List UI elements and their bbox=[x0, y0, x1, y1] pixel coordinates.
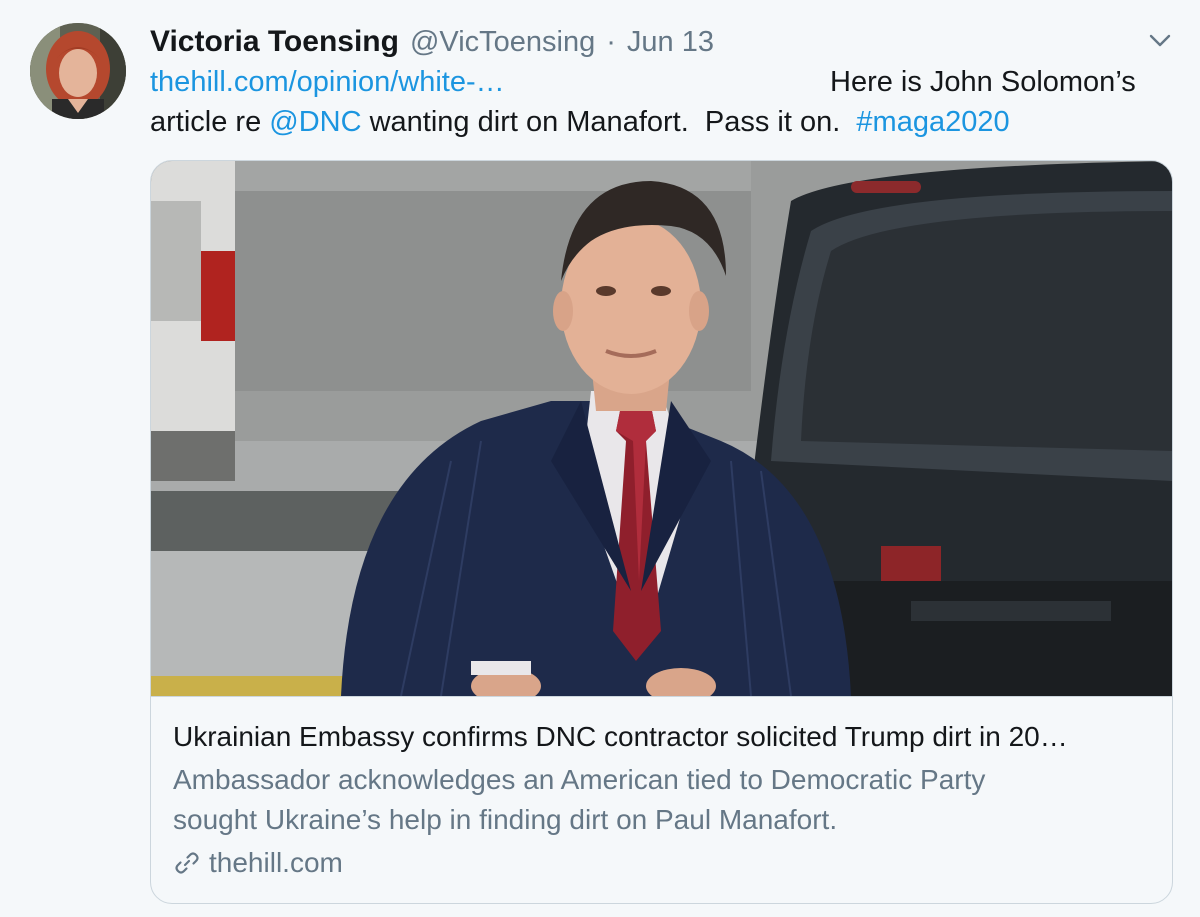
card-image[interactable] bbox=[151, 161, 1172, 696]
card-description: Ambassador acknowledges an American tied… bbox=[173, 760, 1153, 840]
card-description-line-2: sought Ukraine’s help in finding dirt on… bbox=[173, 804, 838, 835]
mention-link[interactable]: @DNC bbox=[269, 106, 361, 138]
card-description-line-1: Ambassador acknowledges an American tied… bbox=[173, 764, 986, 795]
user-handle[interactable]: @VicToensing bbox=[410, 22, 595, 62]
link-card[interactable]: Ukrainian Embassy confirms DNC contracto… bbox=[150, 160, 1173, 904]
card-divider bbox=[151, 696, 1172, 697]
card-source[interactable]: thehill.com bbox=[173, 843, 343, 883]
card-title[interactable]: Ukrainian Embassy confirms DNC contracto… bbox=[173, 718, 1153, 756]
tweet-text-line-1: thehill.com/opinion/white-… Here is John… bbox=[150, 62, 1160, 102]
tweet-text-segment: article re bbox=[150, 106, 270, 138]
article-url-link[interactable]: thehill.com/opinion/white-… bbox=[150, 66, 505, 98]
tweet-text-segment: wanting dirt on Manafort. Pass it on. bbox=[361, 106, 857, 138]
card-source-domain: thehill.com bbox=[209, 847, 343, 878]
tweet-text-intro: Here is John Solomon’s bbox=[830, 66, 1136, 98]
card-photo bbox=[151, 161, 1172, 696]
display-name[interactable]: Victoria Toensing bbox=[150, 22, 399, 62]
avatar-image bbox=[30, 23, 126, 119]
tweet[interactable]: Victoria Toensing @VicToensing · Jun 13 … bbox=[0, 0, 1200, 917]
tweet-date[interactable]: Jun 13 bbox=[627, 22, 714, 62]
separator-dot: · bbox=[606, 26, 616, 58]
hashtag-link[interactable]: #maga2020 bbox=[856, 106, 1009, 138]
link-icon bbox=[175, 852, 199, 874]
tweet-text: thehill.com/opinion/white-… Here is John… bbox=[150, 62, 1160, 142]
tweet-text-line-2: article re @DNC wanting dirt on Manafort… bbox=[150, 102, 1160, 142]
chevron-down-icon[interactable] bbox=[1148, 32, 1172, 50]
tweet-header: Victoria Toensing @VicToensing · Jun 13 bbox=[150, 22, 714, 62]
avatar[interactable] bbox=[30, 23, 126, 119]
